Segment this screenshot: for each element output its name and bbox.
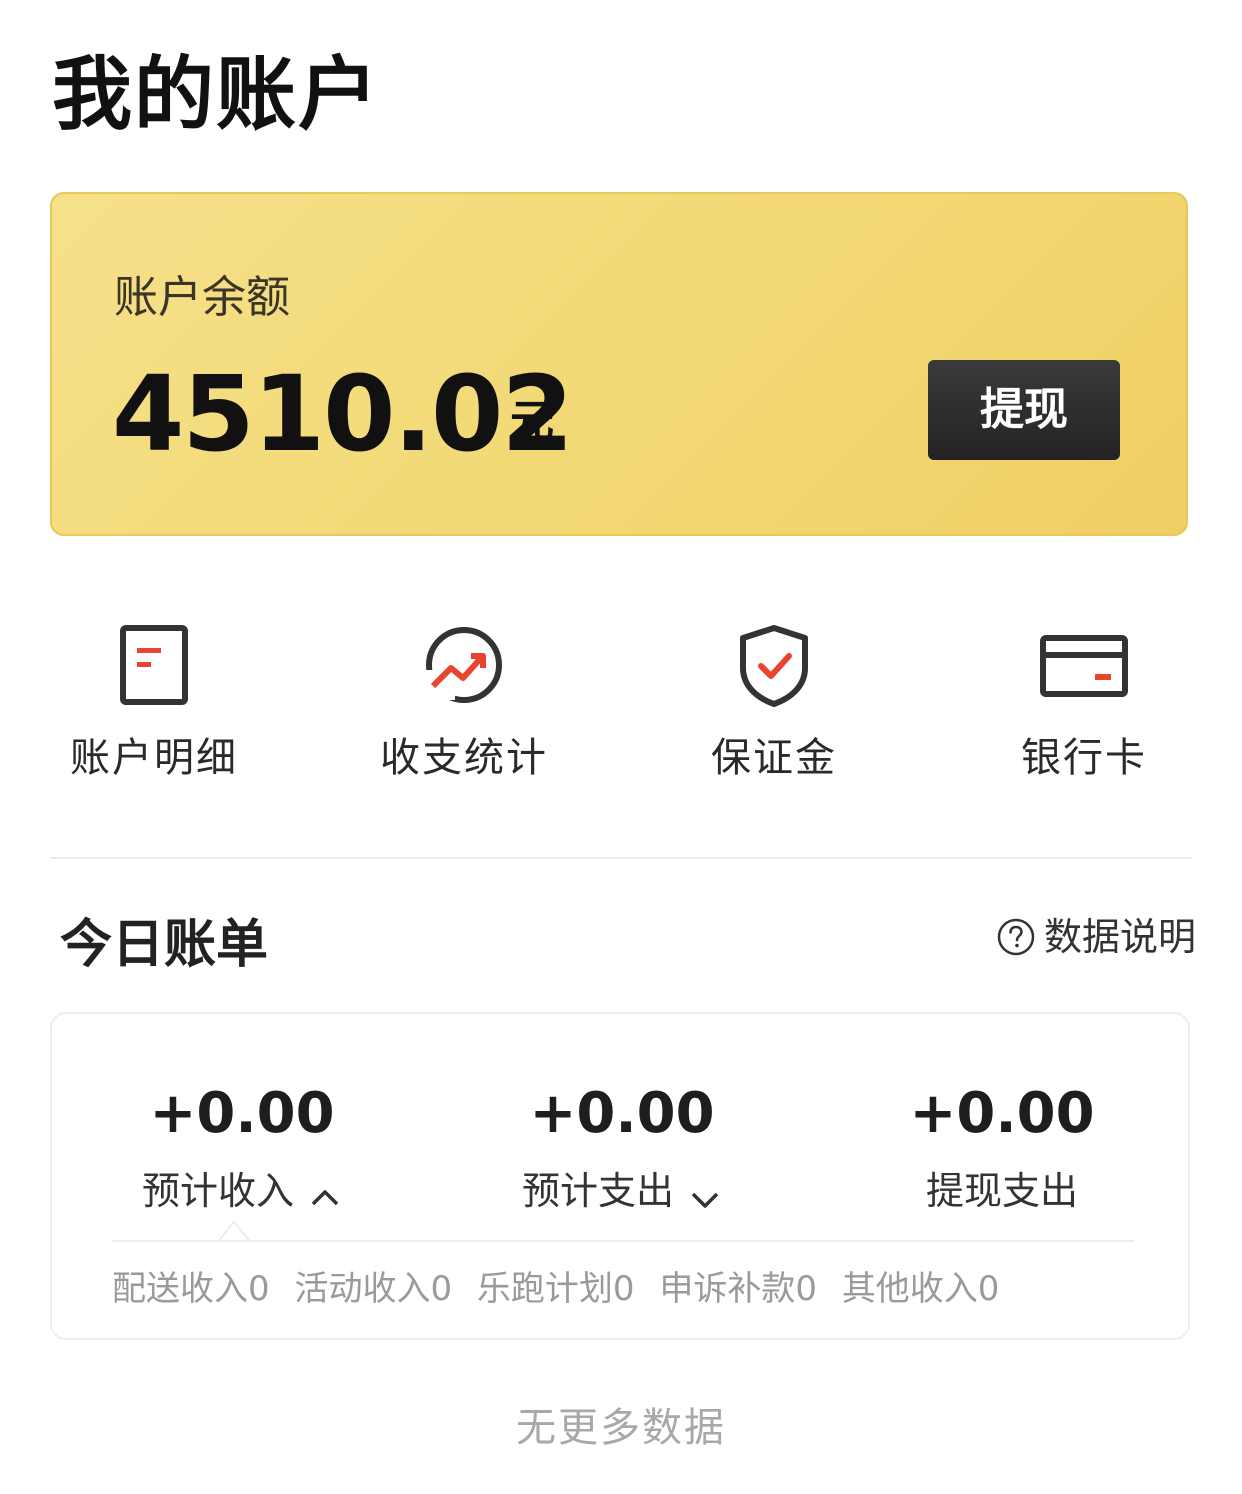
shortcut-deposit[interactable]: 保证金 bbox=[654, 610, 894, 800]
shortcut-income-stats[interactable]: 收支统计 bbox=[344, 610, 584, 800]
chevron-down-icon bbox=[691, 1192, 719, 1208]
balance-label: 账户余额 bbox=[114, 272, 290, 323]
stat-label: 预计支出 bbox=[521, 1169, 674, 1213]
shortcut-bank-card[interactable]: 银行卡 bbox=[964, 610, 1204, 800]
breakdown-item: 乐跑计划0 bbox=[476, 1269, 635, 1309]
breakdown-item: 申诉补款0 bbox=[659, 1269, 817, 1309]
balance-unit: 元 bbox=[510, 396, 554, 447]
bank-card-icon bbox=[1040, 635, 1128, 697]
balance-amount: 4510.02 bbox=[112, 353, 574, 475]
stat-label: 提现支出 bbox=[925, 1169, 1078, 1213]
no-more-data-text: 无更多数据 bbox=[516, 1405, 726, 1451]
today-bill-title: 今日账单 bbox=[60, 915, 269, 975]
shortcut-account-details[interactable]: 账户明细 bbox=[34, 610, 274, 800]
section-divider bbox=[50, 857, 1192, 859]
trend-chart-icon bbox=[425, 627, 502, 703]
page-title: 我的账户 bbox=[52, 48, 380, 141]
shortcut-label: 账户明细 bbox=[70, 735, 238, 781]
bill-divider bbox=[112, 1240, 1134, 1242]
shortcut-label: 银行卡 bbox=[1021, 735, 1147, 781]
stat-value: +0.00 bbox=[909, 1081, 1095, 1146]
data-help-link[interactable]: 数据说明 bbox=[996, 912, 1196, 962]
today-bill-card: +0.00 预计收入 +0.00 预计支出 +0.00 提现支出 配送收入0 活… bbox=[50, 1012, 1190, 1340]
balance-card: 账户余额 4510.02 元 提现 bbox=[50, 192, 1188, 536]
shortcut-grid: 账户明细 收支统计 保证金 银行卡 bbox=[0, 610, 1242, 810]
stat-label: 预计收入 bbox=[141, 1169, 294, 1213]
data-help-label: 数据说明 bbox=[1044, 915, 1197, 959]
stat-expected-income[interactable]: +0.00 预计收入 bbox=[52, 1074, 432, 1214]
breakdown-item: 配送收入0 bbox=[112, 1269, 270, 1309]
shortcut-label: 保证金 bbox=[711, 735, 837, 781]
question-circle-icon bbox=[997, 918, 1035, 956]
stat-value: +0.00 bbox=[149, 1081, 335, 1146]
stat-expected-expense[interactable]: +0.00 预计支出 bbox=[432, 1074, 812, 1214]
pointer-notch bbox=[218, 1220, 250, 1241]
shield-check-icon bbox=[740, 625, 808, 707]
shortcut-label: 收支统计 bbox=[380, 735, 548, 781]
chevron-up-icon bbox=[311, 1190, 339, 1206]
stat-value: +0.00 bbox=[529, 1081, 715, 1146]
stat-withdraw-expense: +0.00 提现支出 bbox=[812, 1074, 1192, 1214]
document-icon bbox=[120, 625, 188, 705]
breakdown-item: 其他收入0 bbox=[841, 1269, 1000, 1309]
income-breakdown: 配送收入0 活动收入0 乐跑计划0 申诉补款0 其他收入0 bbox=[112, 1264, 1013, 1314]
withdraw-button[interactable]: 提现 bbox=[928, 360, 1120, 460]
breakdown-item: 活动收入0 bbox=[294, 1269, 453, 1309]
